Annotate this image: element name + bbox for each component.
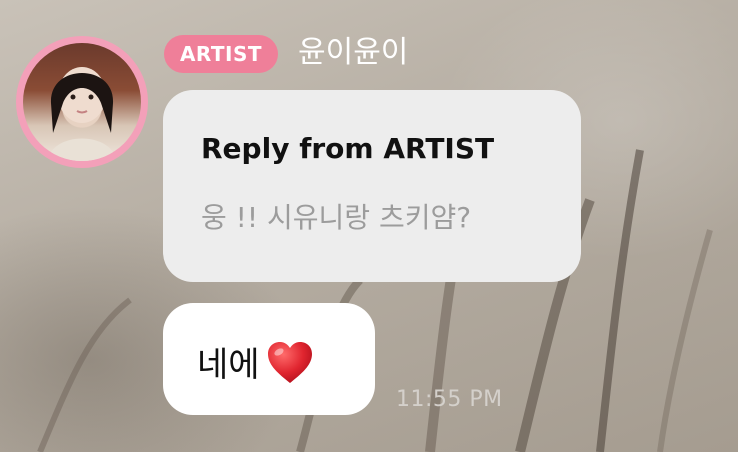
message-timestamp: 11:55 PM [396,387,503,412]
quoted-message: 웅 !! 시유니랑 츠키얌? [201,201,472,234]
avatar-portrait-icon [47,67,117,161]
reply-bubble[interactable]: Reply from ARTIST 웅 !! 시유니랑 츠키얌? [163,90,581,282]
message-bubble[interactable]: 네에 [163,303,375,415]
avatar[interactable] [23,43,141,161]
sender-name[interactable]: 윤이윤이 [298,33,408,73]
reply-title: Reply from ARTIST [201,132,495,165]
red-heart-icon [267,341,312,383]
message-content: 네에 [197,337,314,389]
message-text: 네에 [197,345,260,385]
artist-badge: ARTIST [164,35,278,73]
avatar-ring[interactable] [16,36,148,168]
